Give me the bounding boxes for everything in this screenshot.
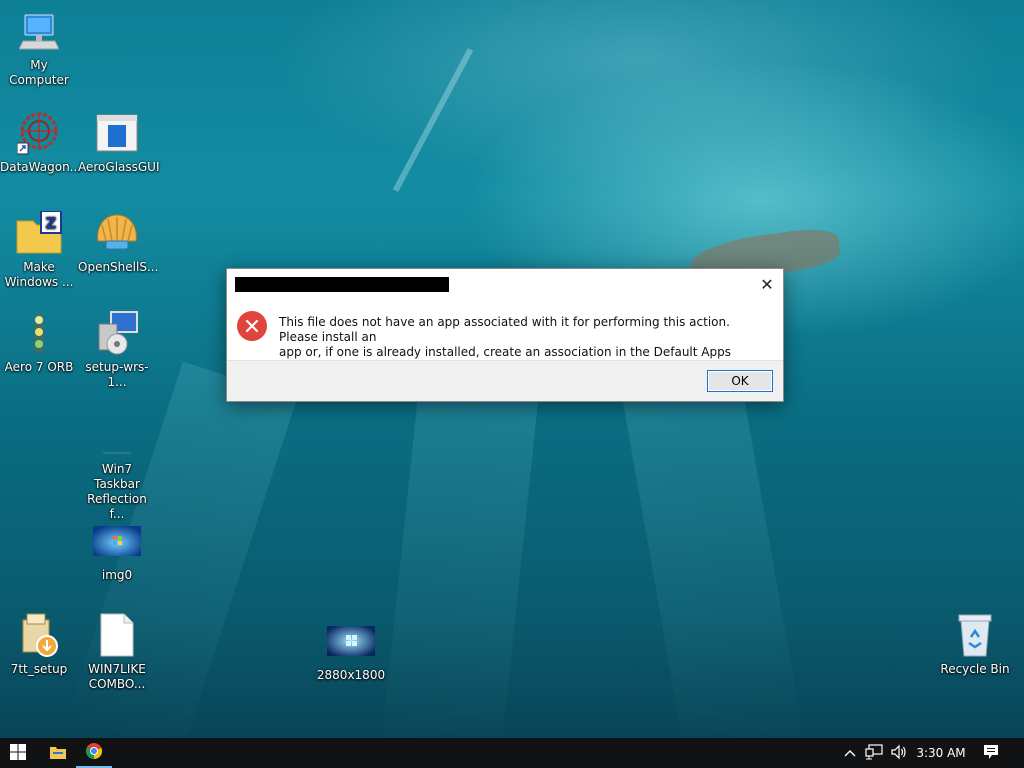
traffic-light-icon [15,310,63,356]
error-icon [237,311,267,341]
file-explorer-icon [49,744,67,763]
file-icon [93,412,141,458]
volume-button[interactable] [888,738,910,768]
recycle-bin-icon [951,612,999,658]
shell-icon [93,210,141,256]
error-dialog: ✕ This file does not have an app associa… [226,268,784,402]
image-thumbnail-icon [93,518,141,564]
clock-time: 3:30 AM [916,746,966,760]
notification-icon [983,744,999,763]
chrome-button[interactable] [76,738,112,768]
desktop-icon-setup-wrs[interactable]: setup-wrs-1... [78,310,156,390]
start-button[interactable] [0,738,36,768]
svg-text:Z: Z [46,214,57,232]
zip-folder-icon: Z [15,210,63,256]
ok-button[interactable]: OK [707,370,773,392]
volume-icon [890,744,908,763]
computer-icon [15,8,63,54]
wallpaper-ray [380,373,540,765]
desktop-icon-7tt-setup[interactable]: 7tt_setup [0,612,78,677]
wallpaper-ray [620,369,806,765]
installer-icon [93,310,141,356]
clock[interactable]: 3:30 AM [912,738,970,768]
dialog-footer: OK [227,360,783,401]
desktop-icon-recycle-bin[interactable]: Recycle Bin [936,612,1014,677]
network-button[interactable] [862,738,886,768]
chevron-up-icon [844,746,856,760]
desktop-icon-win7like-combo[interactable]: WIN7LIKE COMBO... [78,612,156,692]
wallpaper-light-streak [392,47,474,193]
window-app-icon [93,110,141,156]
dialog-titlebar[interactable]: ✕ [227,269,783,299]
desktop-icon-datawagon[interactable]: DataWagon... [0,110,81,175]
network-icon [865,743,883,763]
show-hidden-icons-button[interactable] [840,738,860,768]
image-thumbnail-icon [327,618,375,664]
desktop-icon-2880x1800[interactable]: 2880x1800 [312,618,390,683]
desktop-icon-img0[interactable]: img0 [78,518,156,583]
taskbar: 3:30 AM [0,738,1024,768]
redacted-title [235,277,449,292]
setup-package-icon [15,612,63,658]
desktop-icon-aero7orb[interactable]: Aero 7 ORB [0,310,78,375]
dialog-message-line: This file does not have an app associate… [279,315,730,344]
datawagon-icon [15,110,63,156]
file-explorer-button[interactable] [40,738,76,768]
close-icon: ✕ [760,274,774,294]
desktop-icon-win7-taskbar-reflection[interactable]: Win7 Taskbar Reflection f... [78,412,156,522]
chrome-icon [85,742,103,763]
desktop-icon-openshell[interactable]: OpenShellS... [78,210,158,275]
close-button[interactable]: ✕ [751,269,783,299]
action-center-button[interactable] [976,738,1006,768]
blank-file-icon [93,612,141,658]
desktop-icon-aeroglassgui[interactable]: AeroGlassGUI [78,110,160,175]
start-icon [10,743,26,763]
desktop-icon-make-windows[interactable]: Z Make Windows ... [0,210,78,290]
desktop-icon-my-computer[interactable]: My Computer [0,8,78,88]
